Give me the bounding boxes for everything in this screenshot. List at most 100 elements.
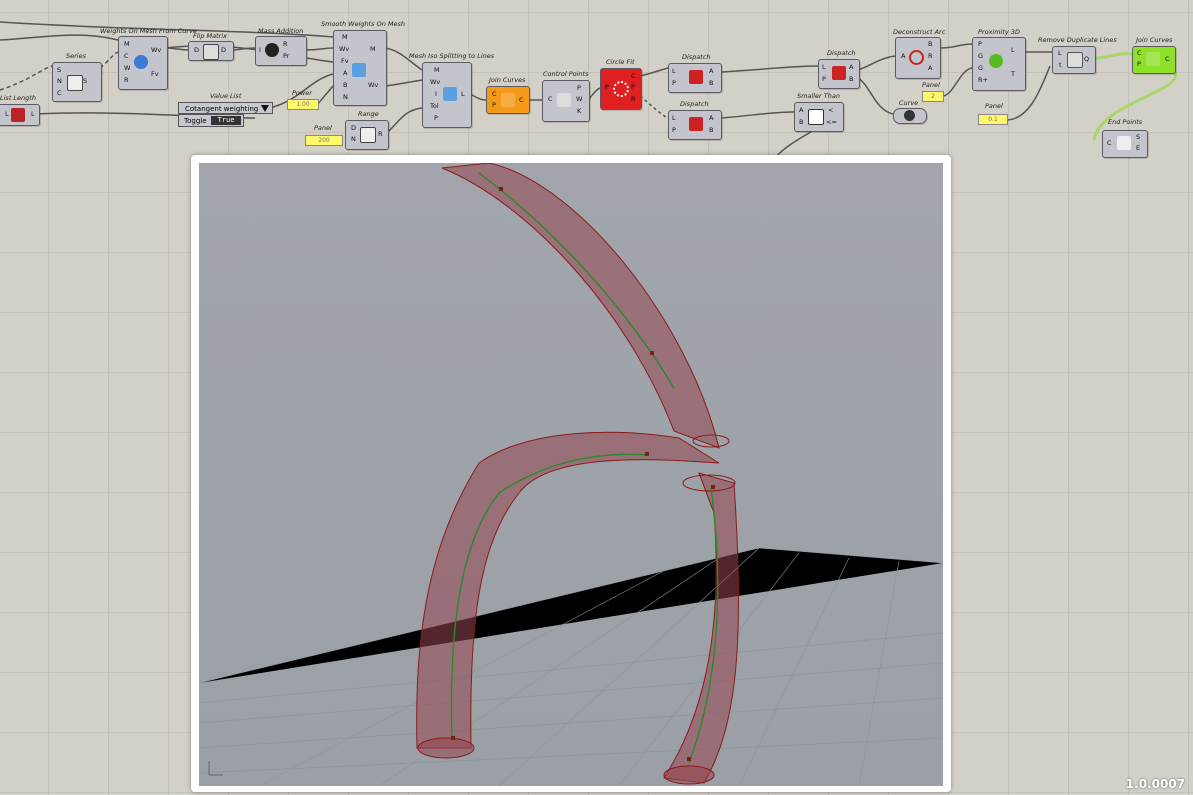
smooth-weights-component[interactable]: M Wv Fv A B N M Wv bbox=[333, 30, 387, 106]
cf-out-c[interactable]: C bbox=[631, 73, 636, 80]
series-in-c[interactable]: C bbox=[57, 90, 62, 97]
ep-out-s[interactable]: S bbox=[1136, 134, 1140, 141]
panel-mid[interactable]: 2 bbox=[922, 91, 944, 102]
dispatch-1-component[interactable]: L P A B bbox=[668, 63, 722, 93]
wom-out-fv[interactable]: Fv bbox=[151, 71, 159, 78]
deconstruct-arc-component[interactable]: A B R A bbox=[895, 37, 941, 79]
d1-in-l[interactable]: L bbox=[672, 68, 676, 75]
wom-in-r[interactable]: R bbox=[124, 77, 129, 84]
sw-in-a[interactable]: A bbox=[343, 70, 347, 77]
mi-in-m[interactable]: M bbox=[434, 67, 440, 74]
d1-out-a[interactable]: A bbox=[709, 68, 713, 75]
jc2-in-c[interactable]: C bbox=[1137, 50, 1142, 57]
flip-matrix-out[interactable]: D bbox=[221, 47, 226, 54]
mass-addition-out-r[interactable]: R bbox=[283, 41, 288, 48]
ep-out-e[interactable]: E bbox=[1136, 145, 1140, 152]
cf-out-p[interactable]: P bbox=[631, 84, 635, 91]
cp-in-c[interactable]: C bbox=[548, 96, 553, 103]
st-in-a[interactable]: A bbox=[799, 107, 803, 114]
cp-out-k[interactable]: K bbox=[577, 108, 581, 115]
panel-right[interactable]: 0.1 bbox=[978, 114, 1008, 125]
jc2-out-c[interactable]: C bbox=[1165, 56, 1170, 63]
power-panel[interactable]: 1.00 bbox=[287, 99, 319, 110]
rd-out-q[interactable]: Q bbox=[1084, 56, 1089, 63]
rhino-viewport[interactable] bbox=[199, 163, 943, 786]
mi-out-l[interactable]: L bbox=[461, 91, 465, 98]
panel-left[interactable]: 200 bbox=[305, 135, 343, 146]
cp-out-p[interactable]: P bbox=[577, 85, 581, 92]
mass-addition-in[interactable]: I bbox=[259, 47, 261, 54]
p3d-in-g2[interactable]: G bbox=[978, 65, 983, 72]
rd-in-l[interactable]: L bbox=[1058, 50, 1062, 57]
cp-out-w[interactable]: W bbox=[576, 96, 582, 103]
d2-in-p[interactable]: P bbox=[672, 127, 676, 134]
cf-in-p[interactable]: P bbox=[605, 84, 609, 91]
sw-out-wv[interactable]: Wv bbox=[368, 82, 378, 89]
series-in-n[interactable]: N bbox=[57, 78, 62, 85]
sw-in-fv[interactable]: Fv bbox=[341, 58, 349, 65]
flip-matrix-component[interactable]: D D bbox=[188, 41, 234, 61]
value-list-dropdown[interactable]: Cotangent weighting bbox=[178, 102, 273, 114]
da-in-a[interactable]: A bbox=[901, 53, 905, 60]
smaller-than-component[interactable]: A B < <= bbox=[794, 102, 844, 132]
da-out-r[interactable]: R bbox=[928, 53, 933, 60]
wom-in-m[interactable]: M bbox=[124, 41, 130, 48]
p3d-out-t[interactable]: T bbox=[1011, 71, 1015, 78]
control-points-component[interactable]: C P W K bbox=[542, 80, 590, 122]
join-curves-2-component[interactable]: C P C bbox=[1132, 46, 1176, 74]
d1-out-b[interactable]: B bbox=[709, 80, 713, 87]
p3d-in-p[interactable]: P bbox=[978, 41, 982, 48]
series-out[interactable]: S bbox=[83, 78, 87, 85]
sw-in-wv[interactable]: Wv bbox=[339, 46, 349, 53]
mi-in-tol[interactable]: Tol bbox=[430, 103, 439, 110]
sw-in-m[interactable]: M bbox=[342, 34, 348, 41]
da-out-a[interactable]: A bbox=[928, 65, 932, 72]
p3d-in-g[interactable]: G bbox=[978, 53, 983, 60]
toggle-value[interactable]: True bbox=[211, 116, 241, 125]
jc1-in-p[interactable]: P bbox=[492, 102, 496, 109]
remove-dup-component[interactable]: L t Q bbox=[1052, 46, 1096, 74]
jc2-in-p[interactable]: P bbox=[1137, 61, 1141, 68]
sw-in-n[interactable]: N bbox=[343, 94, 348, 101]
d3-out-b[interactable]: B bbox=[849, 76, 853, 83]
range-in-n[interactable]: N bbox=[351, 136, 356, 143]
mi-in-i[interactable]: I bbox=[435, 91, 437, 98]
sw-out-m[interactable]: M bbox=[370, 46, 376, 53]
wom-in-w[interactable]: W bbox=[124, 65, 130, 72]
range-component[interactable]: D N R bbox=[345, 120, 389, 150]
mi-in-wv[interactable]: Wv bbox=[430, 79, 440, 86]
d2-out-a[interactable]: A bbox=[709, 115, 713, 122]
rd-in-t[interactable]: t bbox=[1059, 62, 1062, 69]
p3d-out-l[interactable]: L bbox=[1011, 47, 1015, 54]
list-length-component[interactable]: L L bbox=[0, 104, 40, 126]
ep-in-c[interactable]: C bbox=[1107, 140, 1112, 147]
list-length-in[interactable]: L bbox=[5, 111, 9, 118]
d3-out-a[interactable]: A bbox=[849, 64, 853, 71]
flip-matrix-in[interactable]: D bbox=[194, 47, 199, 54]
dispatch-3-component[interactable]: L P A B bbox=[818, 59, 860, 89]
boolean-toggle[interactable]: Toggle True bbox=[178, 114, 244, 127]
end-points-component[interactable]: C S E bbox=[1102, 130, 1148, 158]
wom-in-c[interactable]: C bbox=[124, 53, 129, 60]
list-length-out[interactable]: L bbox=[31, 111, 35, 118]
st-out-lt[interactable]: < bbox=[828, 107, 833, 114]
mi-in-p[interactable]: P bbox=[434, 115, 438, 122]
proximity-3d-component[interactable]: P G G R+ L T bbox=[972, 37, 1026, 91]
range-out[interactable]: R bbox=[378, 131, 383, 138]
p3d-in-r[interactable]: R+ bbox=[978, 77, 988, 84]
st-out-le[interactable]: <= bbox=[826, 119, 837, 126]
d2-in-l[interactable]: L bbox=[672, 115, 676, 122]
jc1-in-c[interactable]: C bbox=[492, 91, 497, 98]
weights-on-mesh-component[interactable]: M C W R Wv Fv bbox=[118, 36, 168, 90]
series-in-s[interactable]: S bbox=[57, 67, 61, 74]
mass-addition-component[interactable]: I R Pr bbox=[255, 36, 307, 66]
d3-in-l[interactable]: L bbox=[822, 64, 826, 71]
dispatch-2-component[interactable]: L P A B bbox=[668, 110, 722, 140]
d3-in-p[interactable]: P bbox=[822, 76, 826, 83]
cf-out-r[interactable]: R bbox=[631, 96, 636, 103]
series-component[interactable]: S N C S bbox=[52, 62, 102, 102]
mass-addition-out-pr[interactable]: Pr bbox=[283, 53, 289, 60]
curve-param-component[interactable] bbox=[893, 108, 927, 124]
jc1-out-c[interactable]: C bbox=[519, 97, 524, 104]
dropdown-arrow-icon[interactable] bbox=[261, 105, 269, 112]
